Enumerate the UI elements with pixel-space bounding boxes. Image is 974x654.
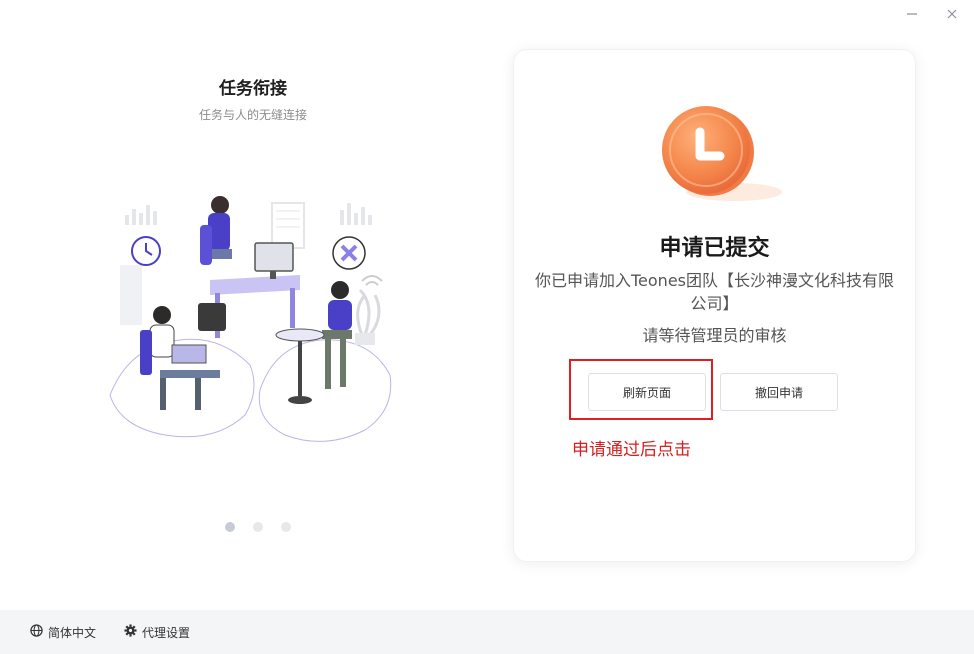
application-status-card: 申请已提交 你已申请加入Teones团队【长沙神漫文化科技有限公司】 请等待管理… xyxy=(513,49,916,562)
slide-subtitle: 任务与人的无缝连接 xyxy=(198,108,307,122)
globe-icon xyxy=(30,624,43,640)
onboarding-carousel: 任务衔接 任务与人的无缝连接 xyxy=(0,0,500,610)
withdraw-application-button[interactable]: 撤回申请 xyxy=(720,373,838,411)
footer-bar: 简体中文 代理设置 xyxy=(0,610,974,654)
close-icon[interactable] xyxy=(944,6,960,22)
proxy-settings[interactable]: 代理设置 xyxy=(124,610,190,654)
carousel-dot-1[interactable] xyxy=(225,522,235,532)
refresh-annotation: 申请通过后点击 xyxy=(572,440,691,460)
language-selector[interactable]: 简体中文 xyxy=(30,610,96,654)
carousel-dots xyxy=(225,522,291,532)
minimize-icon[interactable] xyxy=(904,6,920,22)
proxy-label: 代理设置 xyxy=(142,625,191,640)
language-label: 简体中文 xyxy=(48,625,97,640)
window-controls xyxy=(904,6,960,22)
clock-icon xyxy=(654,100,784,210)
refresh-page-button[interactable]: 刷新页面 xyxy=(588,373,706,411)
team-collaboration-illustration xyxy=(100,185,400,450)
carousel-dot-3[interactable] xyxy=(281,522,291,532)
slide-title: 任务衔接 xyxy=(219,79,287,99)
carousel-dot-2[interactable] xyxy=(253,522,263,532)
wait-message: 请等待管理员的审核 xyxy=(642,326,787,345)
application-message: 你已申请加入Teones团队【长沙神漫文化科技有限公司】 xyxy=(534,271,894,313)
gear-icon xyxy=(124,624,137,640)
card-title: 申请已提交 xyxy=(659,236,770,261)
